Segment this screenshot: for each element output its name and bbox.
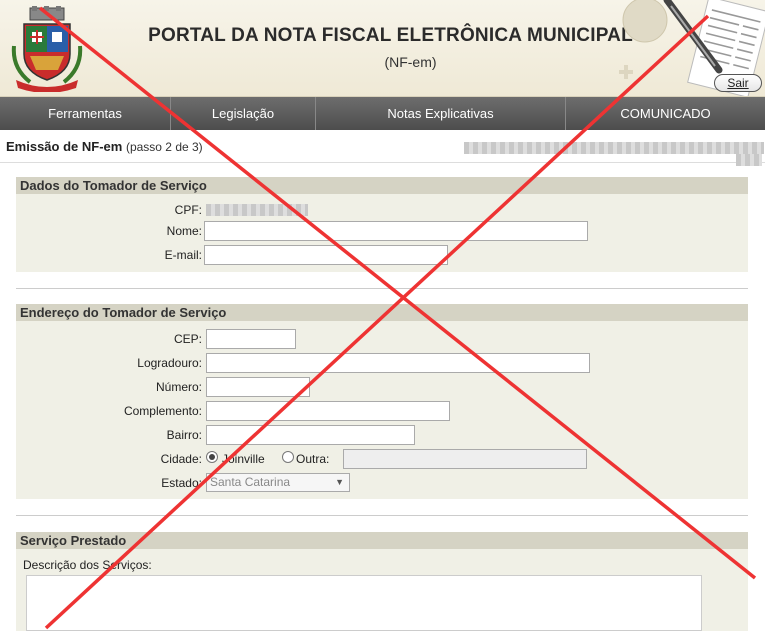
logradouro-label: Logradouro: bbox=[137, 356, 202, 370]
cidade-joinville-label: Joinville bbox=[222, 452, 265, 466]
descricao-textarea[interactable] bbox=[26, 575, 702, 631]
complemento-input[interactable] bbox=[206, 401, 450, 421]
estado-label: Estado: bbox=[161, 476, 202, 490]
cidade-joinville-radio[interactable] bbox=[206, 451, 218, 463]
estado-select[interactable]: Santa Catarina ▼ bbox=[206, 473, 350, 492]
bairro-input[interactable] bbox=[206, 425, 415, 445]
breadcrumb: Emissão de NF-em (passo 2 de 3) bbox=[0, 130, 765, 166]
cpf-value-redacted bbox=[206, 204, 308, 216]
nav-item-notas-explicativas[interactable]: Notas Explicativas bbox=[316, 97, 566, 130]
bairro-label: Bairro: bbox=[166, 428, 202, 442]
nav-item-ferramentas[interactable]: Ferramentas bbox=[0, 97, 171, 130]
email-label: E-mail: bbox=[164, 248, 202, 262]
cidade-outra-input[interactable] bbox=[343, 449, 587, 469]
cep-label: CEP: bbox=[173, 332, 202, 346]
logout-button[interactable]: Sair bbox=[714, 74, 762, 92]
redacted-info-2 bbox=[736, 154, 762, 166]
cidade-outra-radio[interactable] bbox=[282, 451, 294, 463]
nome-input[interactable] bbox=[204, 221, 588, 241]
redacted-info bbox=[464, 142, 764, 154]
numero-input[interactable] bbox=[206, 377, 310, 397]
page-header: PORTAL DA NOTA FISCAL ELETRÔNICA MUNICIP… bbox=[0, 0, 765, 97]
nav-item-legislacao[interactable]: Legislação bbox=[171, 97, 316, 130]
cidade-label: Cidade: bbox=[160, 452, 202, 466]
section-divider-2 bbox=[16, 515, 748, 516]
numero-label: Número: bbox=[155, 380, 202, 394]
section-divider bbox=[16, 288, 748, 289]
main-nav: Ferramentas Legislação Notas Explicativa… bbox=[0, 97, 765, 130]
email-input[interactable] bbox=[204, 245, 448, 265]
cidade-outra-label: Outra: bbox=[296, 452, 330, 466]
breadcrumb-text: Emissão de NF-em (passo 2 de 3) bbox=[6, 139, 203, 154]
breadcrumb-step: (passo 2 de 3) bbox=[125, 140, 203, 154]
descricao-label: Descrição dos Serviços: bbox=[23, 558, 152, 572]
chevron-down-icon: ▼ bbox=[335, 477, 344, 487]
servico-heading: Serviço Prestado bbox=[16, 532, 748, 549]
nome-label: Nome: bbox=[166, 224, 202, 238]
endereco-heading: Endereço do Tomador de Serviço bbox=[16, 304, 748, 321]
municipal-crest-logo bbox=[11, 6, 83, 92]
nav-item-comunicado[interactable]: COMUNICADO bbox=[566, 97, 765, 130]
tomador-heading: Dados do Tomador de Serviço bbox=[16, 177, 748, 194]
breadcrumb-title: Emissão de NF-em bbox=[6, 139, 123, 154]
cpf-label: CPF: bbox=[174, 203, 202, 217]
logradouro-input[interactable] bbox=[206, 353, 590, 373]
cep-input[interactable] bbox=[206, 329, 296, 349]
complemento-label: Complemento: bbox=[123, 404, 202, 418]
estado-select-value: Santa Catarina bbox=[210, 475, 291, 489]
